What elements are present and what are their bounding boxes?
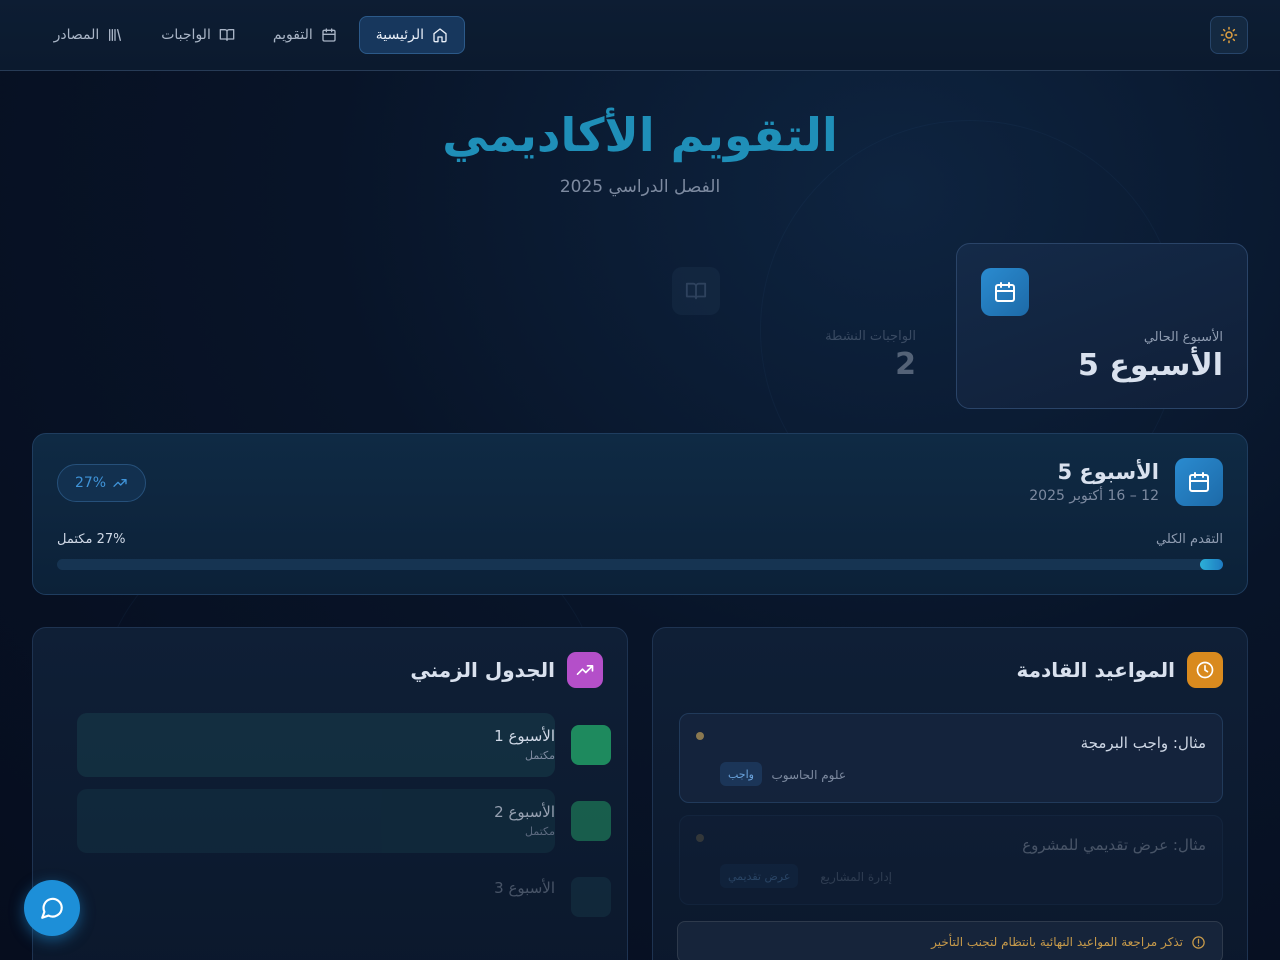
timeline-week-label: الأسبوع 1 bbox=[494, 727, 555, 745]
week-status-square bbox=[571, 725, 611, 765]
book-open-icon bbox=[685, 282, 707, 300]
active-assignments-card: الواجبات النشطة 2 bbox=[648, 243, 940, 409]
calendar-icon bbox=[322, 28, 336, 42]
deadline-title: مثال: عرض تقديمي للمشروع bbox=[1022, 836, 1206, 854]
timeline-item[interactable]: الأسبوع 1 مكتمل bbox=[33, 713, 627, 777]
page-title: التقويم الأكاديمي bbox=[442, 108, 838, 162]
reminder-text: تذكر مراجعة المواعيد النهائية بانتظام لت… bbox=[931, 935, 1183, 949]
timeline-item[interactable]: الأسبوع 3 bbox=[33, 865, 627, 929]
timeline-week-status: مكتمل bbox=[525, 749, 555, 762]
week-dates: 12 – 16 أكتوبر 2025 bbox=[1029, 488, 1159, 504]
status-dot bbox=[696, 834, 704, 842]
stat-label: الأسبوع الحالي bbox=[1143, 330, 1223, 345]
clock-icon bbox=[1196, 661, 1214, 679]
panel-icon bbox=[567, 652, 603, 688]
book-open-icon bbox=[219, 29, 235, 41]
stat-icon bbox=[981, 268, 1029, 316]
calendar-icon bbox=[1189, 472, 1209, 492]
timeline-week-status: مكتمل bbox=[525, 825, 555, 838]
sun-icon bbox=[1220, 26, 1238, 44]
alert-circle-icon bbox=[1192, 935, 1205, 949]
timeline-panel: الجدول الزمني الأسبوع 1 مكتمل الأسبوع 2 … bbox=[32, 627, 628, 960]
stat-label: الواجبات النشطة bbox=[825, 329, 916, 344]
progress-label: التقدم الكلي bbox=[1156, 532, 1223, 547]
timeline-row-bg bbox=[77, 789, 555, 853]
panel-title: المواعيد القادمة bbox=[1016, 658, 1175, 682]
current-week-card: الأسبوع الحالي الأسبوع 5 bbox=[956, 243, 1248, 409]
nav-item-home[interactable]: الرئيسية bbox=[358, 16, 465, 54]
timeline-week-label: الأسبوع 3 bbox=[494, 879, 555, 897]
panel-icon bbox=[1187, 652, 1223, 688]
page-subtitle: الفصل الدراسي 2025 bbox=[559, 177, 721, 197]
deadline-tag: عرض تقديمي bbox=[720, 864, 799, 888]
trending-up-icon bbox=[113, 479, 127, 487]
deadline-course: علوم الحاسوب bbox=[771, 768, 846, 782]
week-progress-card: الأسبوع 5 12 – 16 أكتوبر 2025 27% التقدم… bbox=[32, 433, 1248, 595]
week-title: الأسبوع 5 bbox=[1057, 460, 1159, 484]
trending-up-icon bbox=[576, 665, 594, 675]
nav-item-resources[interactable]: المصادر bbox=[38, 16, 140, 54]
timeline-week-label: الأسبوع 2 bbox=[494, 803, 555, 821]
timeline-row-bg bbox=[77, 713, 555, 777]
deadline-course: إدارة المشاريع bbox=[820, 870, 892, 884]
progress-percent: 27% مكتمل bbox=[57, 532, 126, 547]
message-circle-icon bbox=[41, 897, 63, 919]
stat-icon bbox=[672, 267, 720, 315]
stat-value: 2 bbox=[895, 347, 916, 382]
nav-item-label: المصادر bbox=[53, 27, 100, 43]
upcoming-deadlines-panel: المواعيد القادمة مثال: واجب البرمجة علوم… bbox=[652, 627, 1248, 960]
nav-item-label: الواجبات bbox=[161, 27, 211, 43]
nav-item-label: الرئيسية bbox=[375, 27, 424, 43]
progress-badge-value: 27% bbox=[74, 475, 107, 491]
nav-item-calendar[interactable]: التقويم bbox=[257, 16, 353, 54]
status-dot bbox=[696, 732, 704, 740]
week-status-square bbox=[571, 801, 611, 841]
deadline-title: مثال: واجب البرمجة bbox=[1080, 734, 1206, 752]
calendar-icon bbox=[995, 282, 1015, 302]
reminder-note: تذكر مراجعة المواعيد النهائية بانتظام لت… bbox=[677, 921, 1223, 960]
theme-toggle-button[interactable] bbox=[1210, 16, 1248, 54]
library-icon bbox=[109, 29, 122, 41]
panel-title: الجدول الزمني bbox=[410, 658, 555, 682]
progress-badge: 27% bbox=[57, 464, 146, 502]
chat-button[interactable] bbox=[24, 880, 80, 936]
week-icon bbox=[1175, 458, 1223, 506]
timeline-item[interactable]: الأسبوع 2 مكتمل bbox=[33, 789, 627, 853]
progress-bar bbox=[57, 559, 1223, 570]
progress-bar-fill bbox=[1199, 559, 1223, 570]
deadline-tag: واجب bbox=[720, 762, 762, 786]
top-navigation: الرئيسية التقويم الواجبات المصادر bbox=[0, 0, 1280, 71]
deadline-item[interactable]: مثال: واجب البرمجة علوم الحاسوب واجب bbox=[679, 713, 1223, 803]
nav-links: الرئيسية التقويم الواجبات المصادر bbox=[32, 16, 465, 54]
nav-item-assignments[interactable]: الواجبات bbox=[145, 16, 251, 54]
deadline-item[interactable]: مثال: عرض تقديمي للمشروع إدارة المشاريع … bbox=[679, 815, 1223, 905]
stat-value: الأسبوع 5 bbox=[1078, 348, 1223, 383]
week-status-square bbox=[571, 877, 611, 917]
home-icon bbox=[433, 28, 447, 43]
nav-item-label: التقويم bbox=[272, 27, 313, 43]
